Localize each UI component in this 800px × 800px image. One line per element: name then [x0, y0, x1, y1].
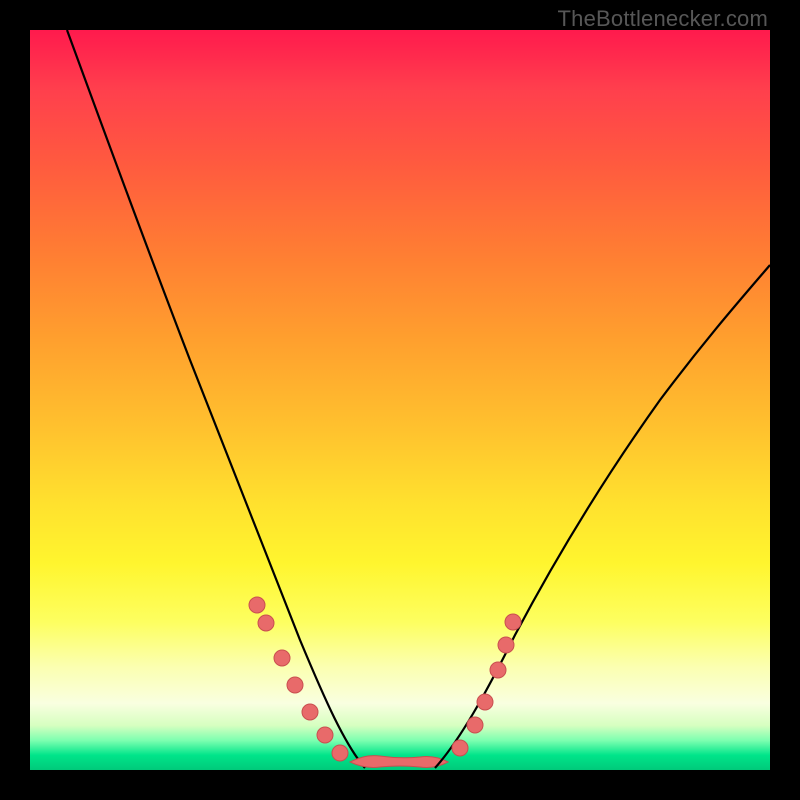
valley-flat [350, 756, 448, 768]
chart-frame: TheBottlenecker.com [0, 0, 800, 800]
dot [452, 740, 468, 756]
dot [332, 745, 348, 761]
plot-area [30, 30, 770, 770]
dot [477, 694, 493, 710]
curve-left [67, 30, 365, 768]
dot [249, 597, 265, 613]
dot [258, 615, 274, 631]
dots-left [249, 597, 348, 761]
dot [302, 704, 318, 720]
dots-right [452, 614, 521, 756]
watermark-text: TheBottlenecker.com [558, 6, 768, 32]
dot [274, 650, 290, 666]
dot [498, 637, 514, 653]
curve-right [435, 265, 770, 768]
dot [505, 614, 521, 630]
bottleneck-curve [30, 30, 770, 770]
dot [317, 727, 333, 743]
dot [287, 677, 303, 693]
dot [490, 662, 506, 678]
dot [467, 717, 483, 733]
